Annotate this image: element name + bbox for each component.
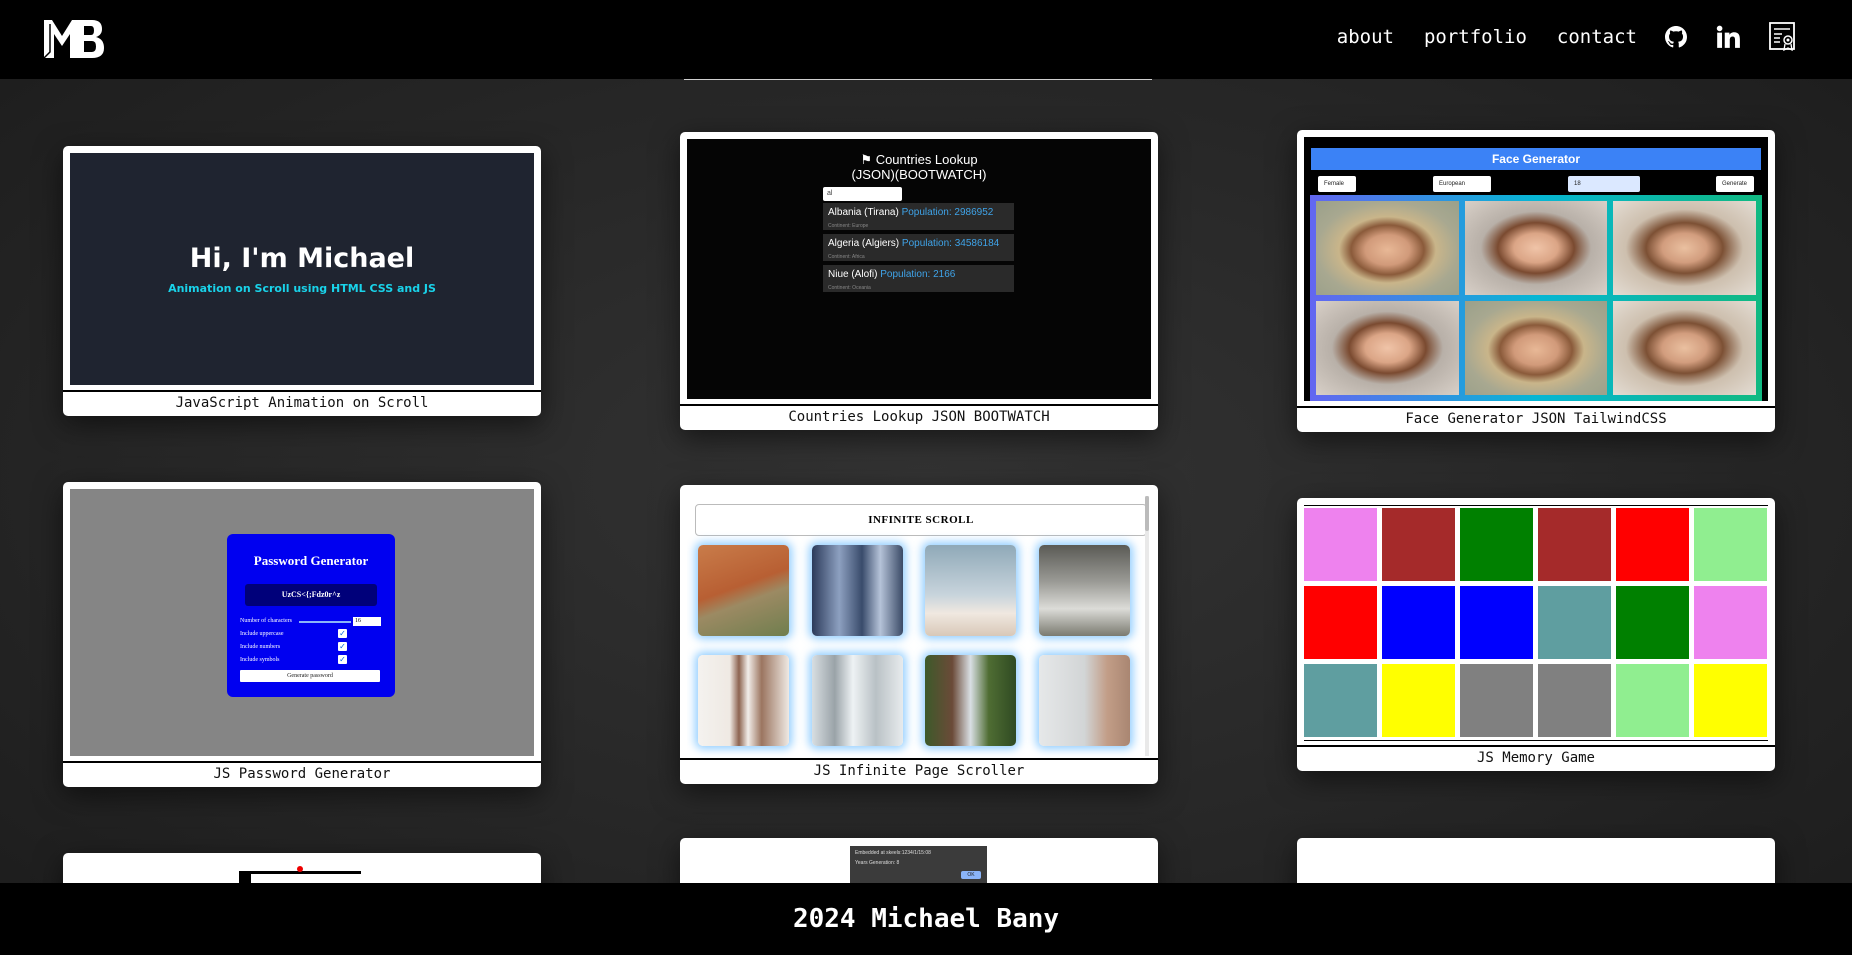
generate-password-button: Generate password [240,670,380,682]
github-icon[interactable] [1665,26,1687,48]
flag-icon: ⚑ [860,152,876,167]
memory-tile [1616,508,1689,581]
ethnicity-select: European [1433,176,1491,192]
checkbox-checked-icon: ✓ [338,642,347,651]
country-result: Niue (Alofi) Population: 2166 Continent:… [823,265,1014,294]
memory-tile [1694,664,1767,737]
symbols-label: Include symbols [240,657,280,663]
memory-tile [1304,664,1377,737]
project-card-face-generator[interactable]: Face Generator Female European 18 Genera… [1297,130,1775,432]
nav-about[interactable]: about [1337,26,1394,48]
memory-tile [1460,664,1533,737]
gallery-image [698,655,789,746]
gallery-image [1039,545,1130,636]
project-card-animation-on-scroll[interactable]: Hi, I'm Michael Animation on Scroll usin… [63,146,541,416]
project-caption: JS Infinite Page Scroller [680,758,1158,784]
site-header: about portfolio contact [0,0,1852,79]
gallery-image [812,545,903,636]
password-output: UzCS<{;Fdz0r^z [245,584,377,606]
faces-grid [1310,195,1762,401]
preview-scrollbar [1145,496,1149,756]
memory-tile [1460,586,1533,659]
numbers-label: Include numbers [240,644,281,650]
preview-heading: Password Generator [253,553,369,568]
gallery-image [698,545,789,636]
header-divider [684,79,1152,80]
preview-heading: Hi, I'm Michael [189,243,415,274]
project-caption: JavaScript Animation on Scroll [63,390,541,416]
dialog-ok-button: OK [961,871,981,879]
preview-subheading: Animation on Scroll using HTML CSS and J… [168,282,436,295]
preview-heading: INFINITE SCROLL [695,504,1147,536]
memory-tile [1460,508,1533,581]
memory-tile [1694,508,1767,581]
length-slider [299,621,351,623]
checkbox-checked-icon: ✓ [338,655,347,664]
project-card-password-generator[interactable]: Password Generator UzCS<{;Fdz0r^z Number… [63,482,541,787]
length-label: Number of characters [240,618,292,624]
nav-portfolio[interactable]: portfolio [1424,26,1527,48]
linkedin-icon[interactable] [1715,24,1741,50]
project-preview: Face Generator Female European 18 Genera… [1304,137,1768,401]
memory-tile [1382,508,1455,581]
gallery-image [812,655,903,746]
age-input: 18 [1568,176,1640,192]
generate-button: Generate [1716,176,1754,192]
project-preview [1304,505,1768,741]
length-value: 16 [353,617,381,626]
project-preview: Password Generator UzCS<{;Fdz0r^z Number… [70,489,534,756]
memory-tile [1694,586,1767,659]
memory-tile [1616,586,1689,659]
project-preview: Hi, I'm Michael Animation on Scroll usin… [70,153,534,385]
nav-contact[interactable]: contact [1557,26,1637,48]
footer-text: 2024 Michael Bany [792,904,1060,934]
password-panel: Password Generator UzCS<{;Fdz0r^z Number… [227,534,395,697]
gallery-image [925,655,1016,746]
dialog-text: Years Generation: 8 [855,860,900,866]
project-caption: JS Password Generator [63,761,541,787]
uppercase-label: Include uppercase [240,631,284,637]
gallery-image [925,545,1016,636]
memory-tile [1616,664,1689,737]
country-result: Albania (Tirana) Population: 2986952 Con… [823,203,1014,232]
country-result: Algeria (Algiers) Population: 34586184 C… [823,234,1014,263]
face-image [1316,201,1459,295]
face-image [1464,301,1608,395]
site-footer: 2024 Michael Bany [0,883,1852,955]
mb-logo[interactable] [40,14,106,62]
memory-tile [1382,586,1455,659]
face-image [1613,301,1756,395]
project-card-memory-game[interactable]: JS Memory Game [1297,498,1775,771]
checkbox-checked-icon: ✓ [338,629,347,638]
face-image [1613,201,1756,295]
memory-tile [1538,508,1611,581]
project-caption: JS Memory Game [1297,745,1775,771]
memory-tile [1538,586,1611,659]
project-card-infinite-scroller[interactable]: INFINITE SCROLL JS Infinite Page Scrolle… [680,485,1158,784]
memory-grid [1304,508,1768,737]
alert-dialog: Embedded at skeels:1234/1/15:08 Years Ge… [850,846,987,884]
main-nav: about portfolio contact [1307,0,1797,74]
face-image [1464,201,1608,295]
preview-heading: Face Generator [1311,148,1761,170]
memory-tile [1538,664,1611,737]
face-image [1316,301,1459,395]
certificate-icon[interactable] [1769,22,1797,52]
preview-heading: ⚑ Countries Lookup (JSON)(BOOTWATCH) [851,152,987,182]
memory-tile [1304,586,1377,659]
project-caption: Face Generator JSON TailwindCSS [1297,406,1775,432]
project-preview: ⚑ Countries Lookup (JSON)(BOOTWATCH) al … [687,139,1151,399]
country-search-input: al [823,187,902,201]
ball-icon [297,866,303,872]
memory-tile [1304,508,1377,581]
project-card-countries-lookup[interactable]: ⚑ Countries Lookup (JSON)(BOOTWATCH) al … [680,132,1158,430]
project-preview: INFINITE SCROLL [687,492,1151,760]
project-caption: Countries Lookup JSON BOOTWATCH [680,404,1158,430]
memory-tile [1382,664,1455,737]
gender-select: Female [1318,176,1356,192]
gallery-image [1039,655,1130,746]
dialog-text: Embedded at skeels:1234/1/15:08 [855,850,931,856]
